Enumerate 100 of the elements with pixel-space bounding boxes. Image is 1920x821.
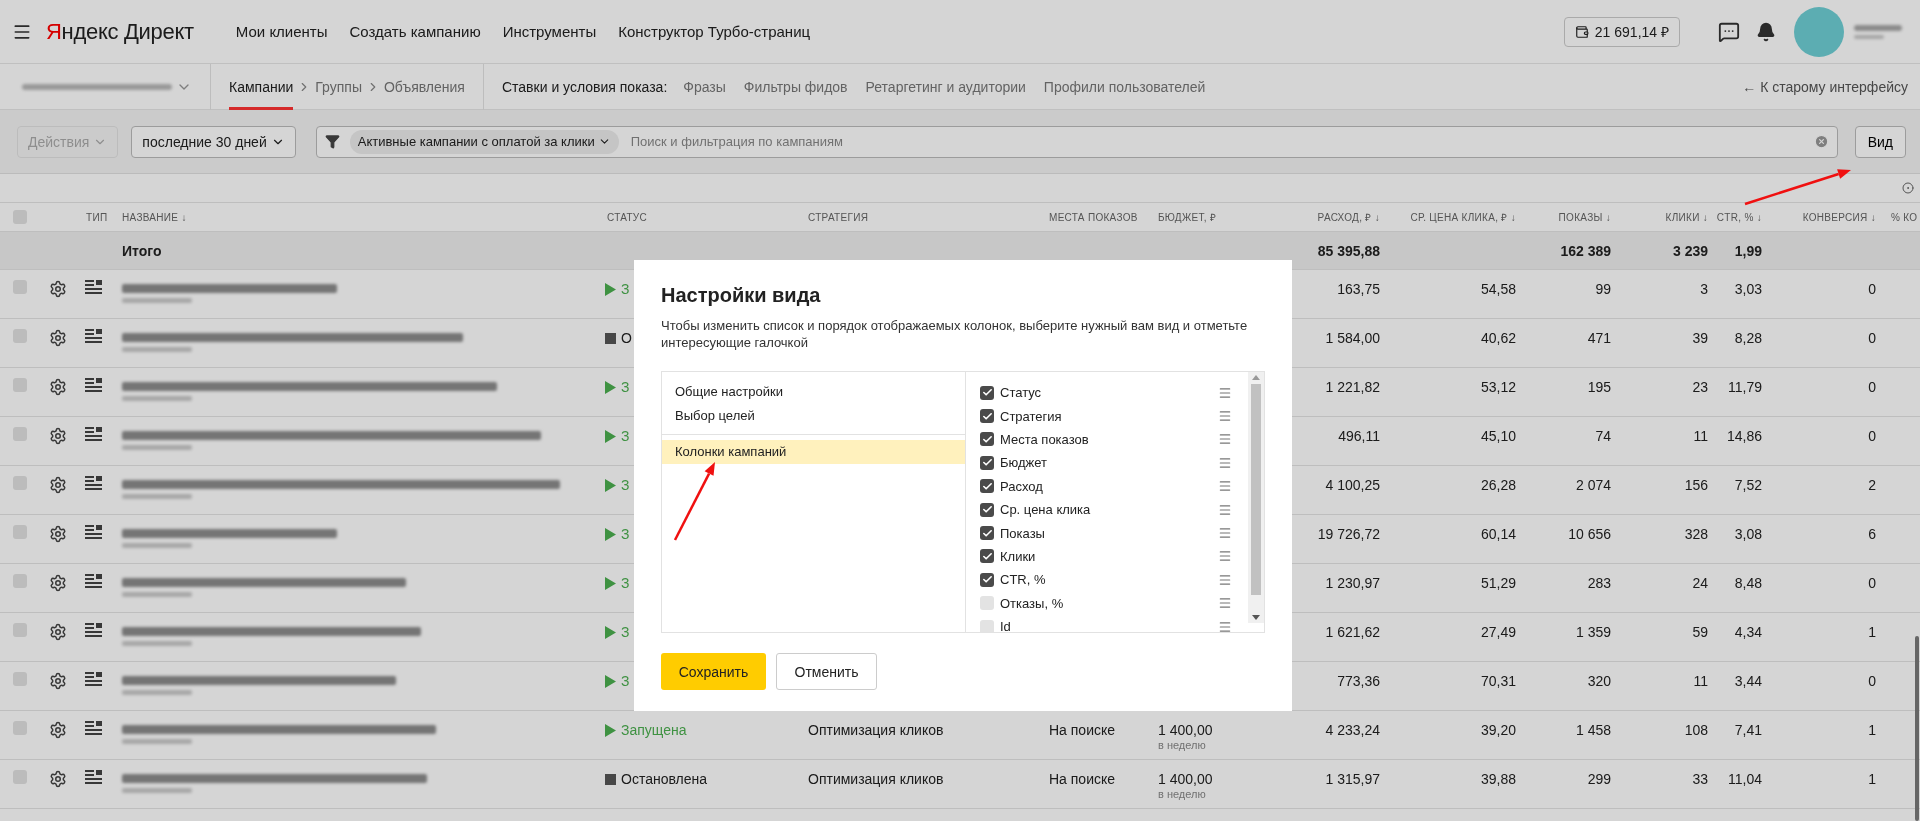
gear-icon[interactable] bbox=[49, 280, 67, 298]
column-header[interactable]: СТРАТЕГИЯ bbox=[796, 211, 1037, 223]
column-checkbox[interactable] bbox=[980, 572, 994, 587]
column-header[interactable]: КОНВЕРСИЯ ↓ bbox=[1762, 211, 1876, 223]
dialog-description: Чтобы изменить список и порядок отображаемых колонок, выберите нужный вам вид и отметьте интересующие галочкой bbox=[661, 317, 1249, 351]
row-checkbox[interactable] bbox=[13, 378, 27, 392]
level-tab[interactable]: Группы bbox=[315, 63, 362, 110]
row-checkbox[interactable] bbox=[13, 574, 27, 588]
table-cell-text: 283 bbox=[1586, 574, 1611, 592]
conditions-link[interactable]: Фразы bbox=[683, 78, 726, 95]
gear-icon[interactable] bbox=[49, 770, 67, 788]
column-checkbox[interactable] bbox=[980, 432, 994, 447]
column-checkbox[interactable] bbox=[980, 596, 994, 611]
gear-icon[interactable] bbox=[49, 476, 67, 494]
gear-icon[interactable] bbox=[49, 574, 67, 592]
dialog-title: Настройки вида bbox=[661, 284, 822, 307]
table-cell-text: 0 bbox=[1867, 427, 1876, 445]
row-checkbox[interactable] bbox=[13, 329, 27, 343]
drag-handle-icon[interactable] bbox=[1218, 549, 1232, 564]
period-dropdown[interactable]: последние 30 дней bbox=[131, 125, 296, 158]
row-checkbox[interactable] bbox=[13, 721, 27, 735]
column-checkbox[interactable] bbox=[980, 409, 994, 424]
column-header[interactable]: МЕСТА ПОКАЗОВ bbox=[1037, 211, 1146, 223]
wallet-icon bbox=[1574, 24, 1589, 39]
scrollbar[interactable] bbox=[1915, 636, 1919, 821]
column-header[interactable]: ТИП bbox=[76, 211, 110, 223]
row-checkbox[interactable] bbox=[13, 623, 27, 637]
conditions-link[interactable]: Фильтры фидов bbox=[743, 78, 848, 95]
column-header[interactable]: % КО bbox=[1876, 211, 1920, 223]
clear-icon[interactable] bbox=[1813, 134, 1829, 149]
save-button[interactable]: Сохранить bbox=[661, 653, 766, 690]
column-checkbox[interactable] bbox=[980, 526, 994, 541]
gear-icon[interactable] bbox=[49, 427, 67, 445]
row-checkbox[interactable] bbox=[13, 280, 27, 294]
scrollbar[interactable] bbox=[1248, 372, 1264, 623]
status-text: З bbox=[621, 281, 630, 297]
row-checkbox[interactable] bbox=[13, 525, 27, 539]
table-cell-text: 60,14 bbox=[1479, 525, 1516, 543]
drag-handle-icon[interactable] bbox=[1218, 432, 1232, 447]
scroll-down-icon[interactable] bbox=[1252, 615, 1260, 620]
column-header[interactable]: ПОКАЗЫ ↓ bbox=[1516, 211, 1611, 223]
conditions-link[interactable]: Ретаргетинг и аудитории bbox=[865, 78, 1026, 95]
gear-icon[interactable] bbox=[49, 329, 67, 347]
old-interface-link[interactable]: ← К старому интерфейсу bbox=[1742, 78, 1908, 95]
column-header[interactable]: РАСХОД, ₽ ↓ bbox=[1250, 210, 1380, 224]
table-cell-text: 39,88 bbox=[1479, 770, 1516, 788]
column-checkbox[interactable] bbox=[980, 455, 994, 470]
chat-icon[interactable] bbox=[1718, 20, 1740, 43]
column-header[interactable]: БЮДЖЕТ, ₽ bbox=[1146, 210, 1250, 224]
balance-button[interactable]: 21 691,14 ₽ bbox=[1563, 16, 1680, 47]
ring-icon[interactable] bbox=[1902, 182, 1914, 194]
table-cell-text: 1 221,82 bbox=[1324, 378, 1380, 396]
column-checkbox[interactable] bbox=[980, 619, 994, 632]
section-item[interactable]: Выбор целей bbox=[662, 404, 965, 428]
drag-handle-icon[interactable] bbox=[1218, 526, 1232, 541]
avatar[interactable] bbox=[1794, 6, 1844, 57]
view-button[interactable]: Вид bbox=[1854, 125, 1906, 158]
column-header[interactable]: СТАТУС bbox=[595, 211, 796, 223]
nav-link[interactable]: Мои клиенты bbox=[235, 23, 328, 40]
drag-handle-icon[interactable] bbox=[1218, 572, 1232, 587]
gear-icon[interactable] bbox=[49, 721, 67, 739]
gear-icon[interactable] bbox=[49, 378, 67, 396]
column-checkbox[interactable] bbox=[980, 479, 994, 494]
column-header[interactable]: CTR, % ↓ bbox=[1708, 211, 1762, 223]
drag-handle-icon[interactable] bbox=[1218, 479, 1232, 494]
header-checkbox[interactable] bbox=[13, 210, 27, 224]
filter-icon[interactable] bbox=[324, 134, 340, 149]
drag-handle-icon[interactable] bbox=[1218, 619, 1232, 632]
drag-handle-icon[interactable] bbox=[1218, 596, 1232, 611]
logo[interactable]: Яндекс Директ bbox=[46, 18, 194, 45]
section-item[interactable]: Колонки кампаний bbox=[662, 440, 965, 464]
drag-handle-icon[interactable] bbox=[1218, 409, 1232, 424]
total-spend: 85 395,88 bbox=[1316, 241, 1380, 260]
row-checkbox[interactable] bbox=[13, 770, 27, 784]
column-header[interactable]: НАЗВАНИЕ ↓ bbox=[110, 211, 595, 223]
row-checkbox[interactable] bbox=[13, 672, 27, 686]
row-checkbox[interactable] bbox=[13, 427, 27, 441]
row-checkbox[interactable] bbox=[13, 476, 27, 490]
nav-link[interactable]: Конструктор Турбо-страниц bbox=[618, 23, 811, 40]
drag-handle-icon[interactable] bbox=[1218, 502, 1232, 517]
column-checkbox[interactable] bbox=[980, 502, 994, 517]
scroll-up-icon[interactable] bbox=[1252, 375, 1260, 380]
column-checkbox[interactable] bbox=[980, 385, 994, 400]
drag-handle-icon[interactable] bbox=[1218, 455, 1232, 470]
cancel-button[interactable]: Отменить bbox=[776, 653, 877, 690]
conditions-link[interactable]: Профили пользователей bbox=[1043, 78, 1206, 95]
column-header[interactable]: КЛИКИ ↓ bbox=[1611, 211, 1708, 223]
level-tab[interactable]: Объявления bbox=[383, 63, 465, 110]
nav-link[interactable]: Создать кампанию bbox=[349, 23, 481, 40]
filter-field[interactable]: Активные кампании с оплатой за клики Поиск и фильтрация по кампаниям bbox=[315, 125, 1838, 158]
column-checkbox[interactable] bbox=[980, 549, 994, 564]
gear-icon[interactable] bbox=[49, 623, 67, 641]
filter-chip[interactable]: Активные кампании с оплатой за клики bbox=[349, 129, 619, 154]
bell-icon[interactable] bbox=[1756, 21, 1776, 42]
column-header[interactable]: СР. ЦЕНА КЛИКА, ₽ ↓ bbox=[1380, 210, 1516, 224]
gear-icon[interactable] bbox=[49, 525, 67, 543]
gear-icon[interactable] bbox=[49, 672, 67, 690]
nav-link[interactable]: Инструменты bbox=[502, 23, 597, 40]
drag-handle-icon[interactable] bbox=[1218, 385, 1232, 400]
section-item[interactable]: Общие настройки bbox=[662, 380, 965, 404]
